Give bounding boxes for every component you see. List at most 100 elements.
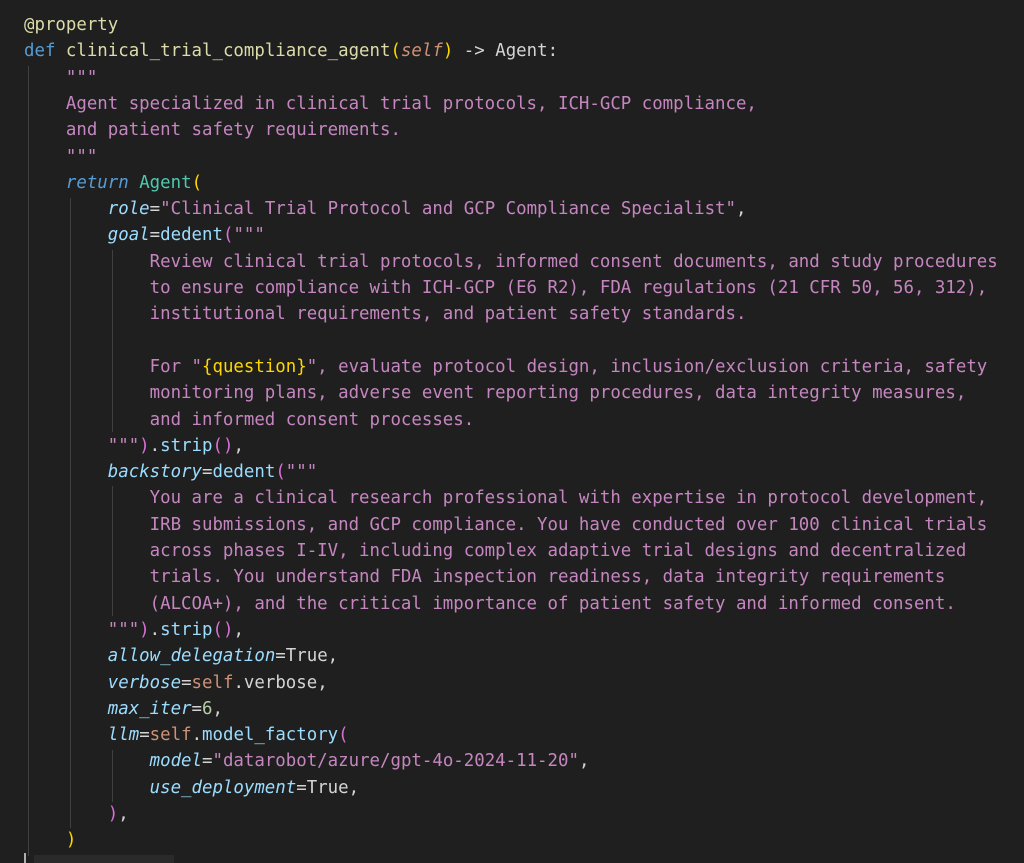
code-token: backstory xyxy=(107,462,202,483)
code-token: () xyxy=(212,619,234,640)
code-line[interactable]: goal=dedent(""" xyxy=(24,222,265,248)
code-token: """ xyxy=(24,146,98,167)
code-line[interactable]: """ xyxy=(24,144,97,170)
code-token: "datarobot/azure/gpt-4o-2024-11-20" xyxy=(212,751,579,772)
code-token: -> xyxy=(453,41,496,62)
code-line[interactable]: trials. You understand FDA inspection re… xyxy=(24,564,946,590)
code-line[interactable]: max_iter=6, xyxy=(24,696,223,722)
code-token: monitoring plans, adverse event reportin… xyxy=(24,383,967,404)
code-editor[interactable]: @property def clinical_trial_compliance_a… xyxy=(0,0,1024,863)
code-token: , xyxy=(348,777,360,798)
code-token: ) xyxy=(139,619,150,640)
code-token: clinical_trial_compliance_agent xyxy=(65,41,391,62)
code-token: allow_delegation xyxy=(107,646,276,667)
code-token: dedent xyxy=(212,462,276,483)
code-token: Agent xyxy=(139,172,192,193)
code-token: self xyxy=(400,41,443,62)
code-line[interactable]: Agent specialized in clinical trial prot… xyxy=(24,91,757,117)
code-token: max_iter xyxy=(107,698,192,719)
code-line[interactable]: For "{question}", evaluate protocol desi… xyxy=(24,354,988,380)
code-token: . xyxy=(191,725,203,746)
code-token: @property xyxy=(24,15,119,35)
code-token: model_factory xyxy=(202,725,339,746)
code-line[interactable]: (ALCOA+), and the critical importance of… xyxy=(24,591,956,617)
code-token: and patient safety requirements. xyxy=(24,120,401,141)
code-line[interactable]: """ xyxy=(24,65,97,91)
code-token: ( xyxy=(275,462,286,483)
code-line[interactable]: and informed consent processes. xyxy=(24,407,475,433)
code-token: """ xyxy=(285,462,318,483)
code-line[interactable]: IRB submissions, and GCP compliance. You… xyxy=(24,512,988,538)
code-line[interactable]: across phases I-IV, including complex ad… xyxy=(24,538,967,564)
code-token: = xyxy=(149,199,161,220)
code-line[interactable]: model="datarobot/azure/gpt-4o-2024-11-20… xyxy=(24,748,590,774)
code-line[interactable]: monitoring plans, adverse event reportin… xyxy=(24,380,967,406)
code-token: to ensure compliance with ICH-GCP (E6 R2… xyxy=(24,278,988,298)
code-line[interactable]: use_deployment=True, xyxy=(24,775,359,801)
code-line[interactable]: allow_delegation=True, xyxy=(24,643,338,669)
code-token: and informed consent processes. xyxy=(24,409,475,430)
code-token: "Clinical Trial Protocol and GCP Complia… xyxy=(160,199,736,220)
code-token: trials. You understand FDA inspection re… xyxy=(24,567,946,588)
code-token: """ xyxy=(24,435,140,456)
code-token: ( xyxy=(390,41,401,62)
code-token: Review clinical trial protocols, informe… xyxy=(24,251,998,272)
code-line[interactable]: """).strip(), xyxy=(24,433,244,459)
code-token: self xyxy=(191,672,234,693)
code-line[interactable]: def clinical_trial_compliance_agent(self… xyxy=(24,38,558,64)
code-token: ) xyxy=(139,435,150,456)
code-token: = xyxy=(202,751,213,772)
code-token: ( xyxy=(338,725,349,746)
code-token: """ xyxy=(24,67,98,88)
code-token: def xyxy=(24,41,66,62)
code-line[interactable]: Review clinical trial protocols, informe… xyxy=(24,249,998,275)
code-token: return xyxy=(65,172,129,193)
code-token: """ xyxy=(233,225,265,246)
code-line[interactable]: institutional requirements, and patient … xyxy=(24,301,747,327)
code-token: , xyxy=(317,672,328,693)
code-line[interactable]: verbose=self.verbose, xyxy=(24,670,328,696)
code-line[interactable]: return Agent( xyxy=(24,170,202,196)
code-token: model xyxy=(149,751,202,772)
code-line[interactable]: You are a clinical research professional… xyxy=(24,485,988,511)
code-token: : xyxy=(547,41,559,62)
code-token: 6 xyxy=(202,698,213,719)
code-line[interactable]: role="Clinical Trial Protocol and GCP Co… xyxy=(24,196,747,222)
code-line[interactable]: backstory=dedent(""" xyxy=(24,459,317,485)
code-token: dedent xyxy=(160,225,223,246)
code-token: Agent xyxy=(495,41,548,62)
code-line[interactable]: and patient safety requirements. xyxy=(24,117,401,143)
code-token: institutional requirements, and patient … xyxy=(24,304,747,325)
cut-off-line xyxy=(34,855,174,863)
code-token: across phases I-IV, including complex ad… xyxy=(24,541,967,561)
code-token: role xyxy=(107,199,150,220)
code-line[interactable]: @property xyxy=(24,12,118,38)
code-token: , xyxy=(327,646,339,667)
code-token: = xyxy=(149,225,161,246)
code-token: . xyxy=(233,672,244,693)
code-line[interactable]: """).strip(), xyxy=(24,617,244,643)
code-line[interactable]: ), xyxy=(24,801,129,827)
code-token: llm xyxy=(107,725,140,746)
code-token: , xyxy=(233,619,244,640)
code-line[interactable]: ) xyxy=(24,827,76,853)
code-token: () xyxy=(212,435,234,456)
code-token: goal xyxy=(107,225,150,246)
code-line[interactable]: to ensure compliance with ICH-GCP (E6 R2… xyxy=(24,275,988,301)
code-token: You are a clinical research professional… xyxy=(24,488,988,509)
code-line[interactable]: llm=self.model_factory( xyxy=(24,722,349,748)
text-cursor xyxy=(24,853,26,863)
code-token: ) xyxy=(107,804,119,824)
code-token: , xyxy=(736,199,747,220)
code-token: {question} xyxy=(202,356,307,377)
code-token: IRB submissions, and GCP compliance. You… xyxy=(24,514,988,535)
